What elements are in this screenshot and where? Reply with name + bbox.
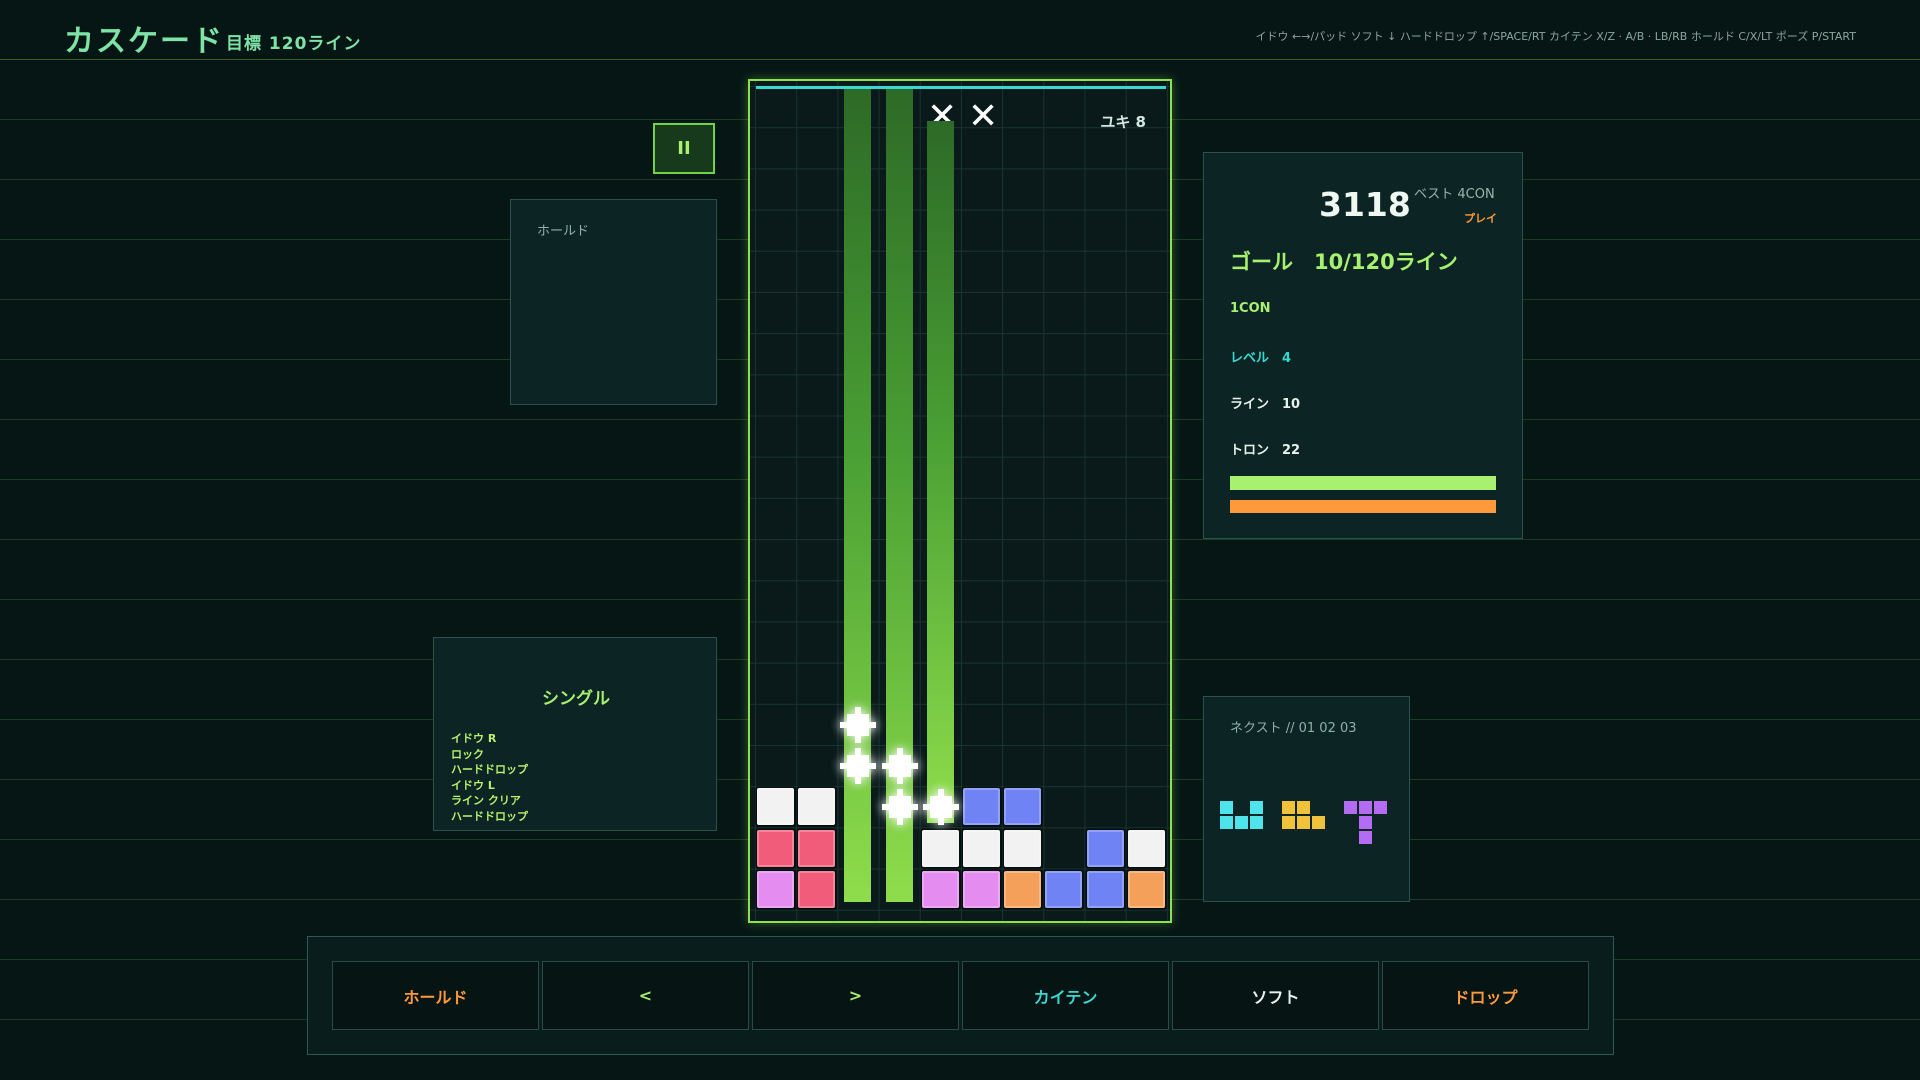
board-cell xyxy=(1004,788,1042,826)
board-cell xyxy=(757,870,794,908)
next-piece-block xyxy=(1282,816,1295,829)
spark-icon xyxy=(881,748,918,785)
lines-stat: ライン 10 xyxy=(1230,397,1301,412)
board-cell xyxy=(1127,870,1165,908)
next-piece-block xyxy=(1220,801,1233,814)
play-label: プレイ xyxy=(1464,212,1497,225)
move-right-button[interactable]: > xyxy=(752,961,959,1030)
tron-stat: トロン 22 xyxy=(1230,443,1301,458)
next-piece-block xyxy=(1250,816,1263,829)
spark-icon xyxy=(840,707,877,743)
spark-icon xyxy=(840,748,877,785)
hold-label: ホールド xyxy=(537,224,590,239)
next-piece-block xyxy=(1374,801,1387,814)
game-title: カスケード xyxy=(64,24,224,59)
combo-stat: 1CON xyxy=(1230,301,1271,316)
next-piece-block xyxy=(1359,801,1372,814)
board-top-line xyxy=(756,86,1166,89)
next-piece-block xyxy=(1359,816,1372,829)
next-piece-block xyxy=(1250,801,1263,814)
next-piece-block xyxy=(1312,816,1325,829)
game-goal-subtitle: 目標 120ライン xyxy=(226,34,362,54)
board-cell xyxy=(1086,870,1124,908)
board-cell xyxy=(921,870,959,908)
event-item: ハードドロップ xyxy=(451,809,528,823)
board-cell xyxy=(798,870,836,908)
hard-drop-button[interactable]: ドロップ xyxy=(1382,961,1589,1030)
score-value: 3118 xyxy=(1319,185,1411,224)
hold-panel: ホールド xyxy=(510,199,717,405)
next-piece-block xyxy=(1297,816,1310,829)
event-list: イドウ R ロック ハードドロップ イドウ L ライン クリア ハードドロップ xyxy=(451,731,528,824)
goal-progress: ゴール 10/120ライン xyxy=(1230,250,1458,274)
board-cell xyxy=(798,788,836,826)
event-item: イドウ L xyxy=(451,778,495,792)
next-piece-block xyxy=(1235,816,1248,829)
board-cell xyxy=(1127,829,1165,867)
line-clear-beam xyxy=(926,121,954,823)
event-item: ハードドロップ xyxy=(451,763,528,776)
next-piece-block xyxy=(1359,831,1372,844)
hold-button[interactable]: ホールド xyxy=(332,961,539,1030)
next-piece-block xyxy=(1297,801,1310,814)
board-cell xyxy=(963,870,1000,908)
danger-mark-icon: ✕ xyxy=(968,96,999,137)
board-cell xyxy=(1045,870,1083,908)
event-item: イドウ R xyxy=(451,732,497,745)
control-button-bar: ホールド < > カイテン ソフト ドロップ xyxy=(307,936,1614,1055)
remaining-counter: ユキ 8 xyxy=(1100,113,1146,131)
next-piece-block xyxy=(1220,816,1233,829)
game-board[interactable]: ✕ ✕ ユキ 8 xyxy=(748,79,1172,923)
board-cell xyxy=(921,829,959,867)
top-bar: カスケード 目標 120ライン イドウ ←→/パッド ソフト ↓ ハードドロップ… xyxy=(0,0,1920,60)
board-cell xyxy=(757,788,794,826)
board-cell xyxy=(1086,829,1124,867)
next-piece-block xyxy=(1344,801,1357,814)
board-cell xyxy=(757,829,794,867)
board-cell xyxy=(1004,829,1042,867)
move-left-button[interactable]: < xyxy=(542,961,749,1030)
level-stat: レベル 4 xyxy=(1230,351,1292,366)
stats-panel: 3118 ベスト 4CON プレイ ゴール 10/120ライン 1CON レベル… xyxy=(1203,152,1523,539)
next-label: ネクスト // 01 02 03 xyxy=(1230,721,1357,736)
next-piece-block xyxy=(1282,801,1295,814)
progress-bar-orange xyxy=(1230,500,1496,513)
event-item: ロック xyxy=(451,747,484,761)
best-label: ベスト 4CON xyxy=(1414,187,1495,202)
next-panel: ネクスト // 01 02 03 xyxy=(1203,696,1410,902)
progress-bar-green xyxy=(1230,476,1496,490)
rotate-button[interactable]: カイテン xyxy=(962,961,1169,1030)
event-log-panel: シングル イドウ R ロック ハードドロップ イドウ L ライン クリア ハード… xyxy=(433,637,717,831)
board-cell xyxy=(963,788,1000,826)
board-cell xyxy=(798,829,836,867)
event-title: シングル xyxy=(542,689,610,709)
board-cell xyxy=(1004,870,1042,908)
spark-icon xyxy=(922,789,959,826)
spark-icon xyxy=(881,789,918,826)
soft-drop-button[interactable]: ソフト xyxy=(1172,961,1379,1030)
controls-help-text: イドウ ←→/パッド ソフト ↓ ハードドロップ ↑/SPACE/RT カイテン… xyxy=(1255,30,1856,43)
event-item: ライン クリア xyxy=(451,794,521,807)
board-cell xyxy=(963,829,1000,867)
pause-button[interactable]: II xyxy=(653,123,715,174)
